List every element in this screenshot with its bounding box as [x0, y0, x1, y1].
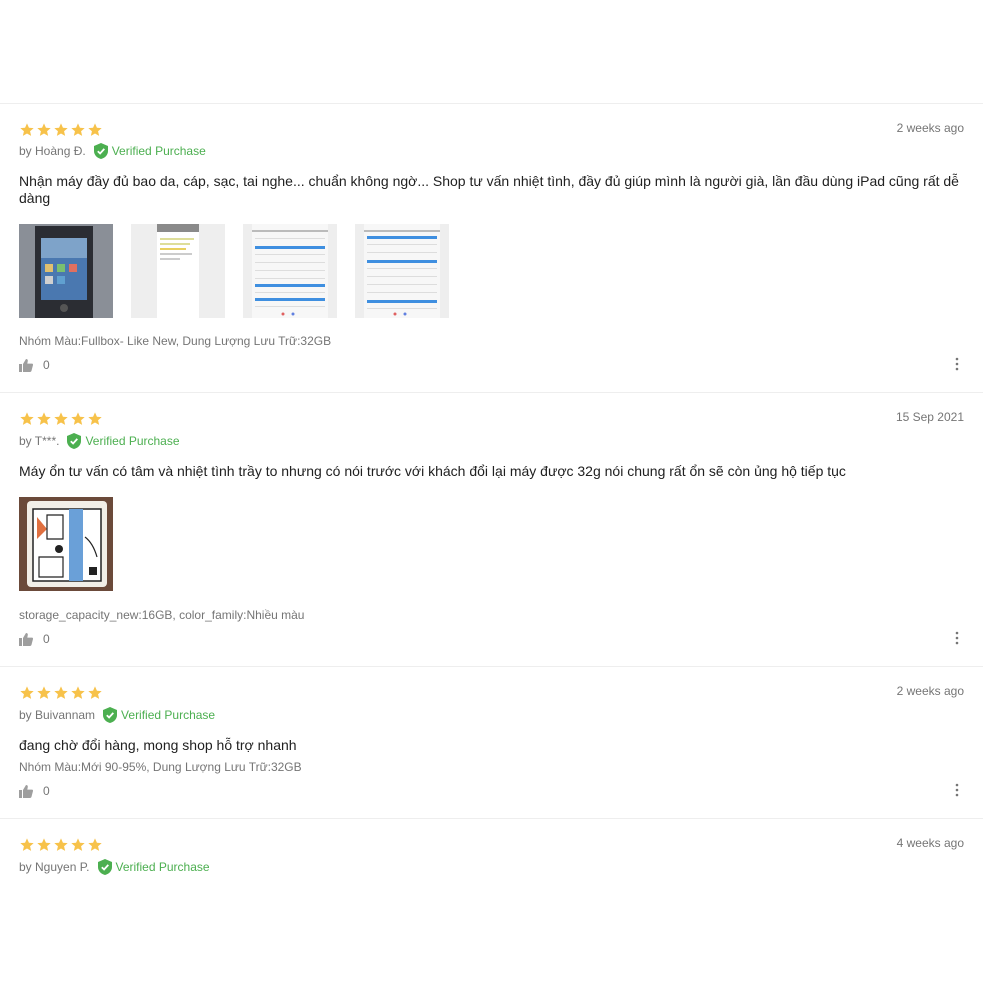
review-images	[19, 224, 449, 318]
verified-badge: Verified Purchase	[67, 433, 180, 449]
star-icon	[88, 838, 102, 851]
review-content: Máy ổn tư vấn có tâm và nhiệt tình trầy …	[19, 463, 846, 479]
review-image[interactable]	[19, 224, 113, 318]
star-icon	[20, 412, 34, 425]
review-sku: storage_capacity_new:16GB, color_family:…	[19, 608, 305, 622]
star-icon	[71, 686, 85, 699]
rating-stars	[19, 837, 103, 853]
review-date: 4 weeks ago	[896, 836, 964, 850]
star-icon	[54, 123, 68, 136]
more-options-button[interactable]	[946, 779, 968, 801]
rating-stars	[19, 122, 103, 138]
review-date: 2 weeks ago	[896, 684, 964, 698]
review-content: Nhận máy đầy đủ bao da, cáp, sạc, tai ng…	[19, 173, 959, 206]
review-author: by Buivannam	[19, 708, 96, 722]
rating-stars	[19, 685, 103, 701]
verified-shield-icon	[97, 859, 112, 875]
star-icon	[20, 686, 34, 699]
star-icon	[37, 123, 51, 136]
like-count: 0	[43, 358, 50, 372]
review-item: 4 weeks ago by Nguyen P. Verified Purcha…	[0, 818, 983, 984]
review-date: 15 Sep 2021	[895, 410, 964, 424]
review-meta: by Buivannam Verified Purchase	[19, 707, 215, 723]
star-icon	[37, 838, 51, 851]
like-button[interactable]: 0	[19, 358, 50, 372]
verified-badge: Verified Purchase	[103, 707, 215, 723]
star-icon	[37, 412, 51, 425]
review-sku: Nhóm Màu:Fullbox- Like New, Dung Lượng L…	[19, 334, 332, 348]
verified-badge: Verified Purchase	[97, 859, 210, 875]
review-images	[19, 497, 113, 591]
review-meta: by Hoàng Đ. Verified Purchase	[19, 143, 206, 159]
star-icon	[71, 412, 85, 425]
review-item: 2 weeks ago by Hoàng Đ. Verified Purchas…	[0, 103, 983, 393]
star-icon	[20, 123, 34, 136]
star-icon	[88, 123, 102, 136]
review-item: 2 weeks ago by Buivannam Verified Purcha…	[0, 666, 983, 819]
star-icon	[71, 838, 85, 851]
star-icon	[88, 686, 102, 699]
star-icon	[54, 686, 68, 699]
more-options-button[interactable]	[946, 627, 968, 649]
verified-label: Verified Purchase	[111, 144, 206, 158]
verified-label: Verified Purchase	[85, 434, 180, 448]
review-meta: by T***. Verified Purchase	[19, 433, 180, 449]
review-content: đang chờ đổi hàng, mong shop hỗ trợ nhan…	[19, 737, 297, 753]
verified-shield-icon	[67, 433, 82, 449]
thumbs-up-icon	[19, 632, 33, 646]
star-icon	[54, 838, 68, 851]
verified-label: Verified Purchase	[121, 708, 216, 722]
star-icon	[20, 838, 34, 851]
star-icon	[54, 412, 68, 425]
star-icon	[88, 412, 102, 425]
more-options-button[interactable]	[946, 353, 968, 375]
review-image[interactable]	[131, 224, 225, 318]
thumbs-up-icon	[19, 358, 33, 372]
review-author: by Hoàng Đ.	[19, 144, 86, 158]
review-author: by T***.	[19, 434, 60, 448]
like-count: 0	[43, 632, 50, 646]
review-image[interactable]	[243, 224, 337, 318]
review-author: by Nguyen P.	[19, 860, 90, 874]
verified-shield-icon	[103, 707, 118, 723]
more-vertical-icon	[955, 357, 959, 371]
star-icon	[37, 686, 51, 699]
review-meta: by Nguyen P. Verified Purchase	[19, 859, 210, 875]
like-button[interactable]: 0	[19, 784, 50, 798]
verified-shield-icon	[93, 143, 108, 159]
review-image[interactable]	[19, 497, 113, 591]
verified-badge: Verified Purchase	[93, 143, 206, 159]
like-button[interactable]: 0	[19, 632, 50, 646]
review-date: 2 weeks ago	[896, 121, 964, 135]
star-icon	[71, 123, 85, 136]
verified-label: Verified Purchase	[115, 860, 210, 874]
review-item: 15 Sep 2021 by T***. Verified Purchase M…	[0, 392, 983, 667]
review-image[interactable]	[355, 224, 449, 318]
rating-stars	[19, 411, 103, 427]
like-count: 0	[43, 784, 50, 798]
thumbs-up-icon	[19, 784, 33, 798]
more-vertical-icon	[955, 631, 959, 645]
more-vertical-icon	[955, 783, 959, 797]
review-sku: Nhóm Màu:Mới 90-95%, Dung Lượng Lưu Trữ:…	[19, 760, 302, 774]
